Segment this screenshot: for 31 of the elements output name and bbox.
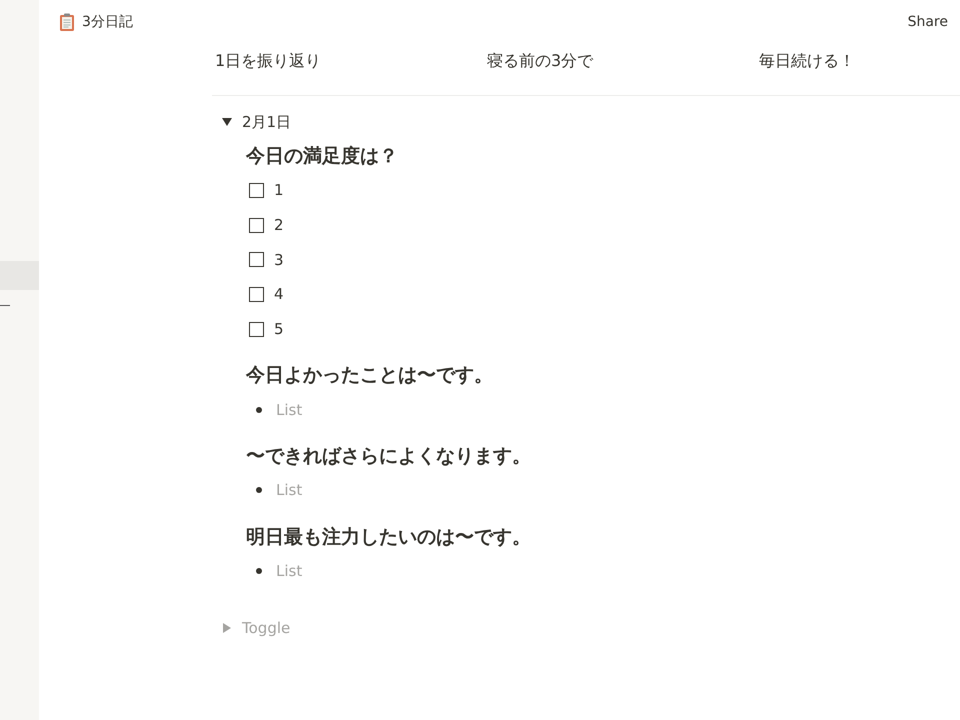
toggle-triangle-icon[interactable]	[222, 622, 232, 632]
column-text: 毎日続ける！	[759, 51, 855, 72]
checkbox[interactable]	[249, 218, 264, 233]
section-heading: 今日よかったことは〜です。	[246, 363, 494, 388]
list-placeholder[interactable]: List	[276, 562, 302, 580]
column-text: 1日を振り返り	[215, 51, 322, 72]
checkbox[interactable]	[249, 286, 264, 302]
checkbox-label: 1	[274, 181, 284, 200]
checkbox[interactable]	[249, 322, 264, 337]
page-title[interactable]: 3分日記	[82, 13, 133, 31]
checkbox-label: 5	[274, 320, 284, 338]
checkbox[interactable]	[249, 252, 264, 268]
toggle-placeholder[interactable]: Toggle	[242, 618, 290, 636]
section-heading: 今日の満足度は？	[246, 144, 399, 169]
bullet-icon	[256, 406, 262, 413]
list-placeholder[interactable]: List	[276, 400, 302, 419]
bullet-icon	[256, 487, 262, 494]
sidebar-dash	[0, 305, 10, 306]
toggle-label[interactable]: 2月1日	[242, 112, 292, 132]
clipboard-icon	[59, 13, 75, 31]
column-text: 寝る前の3分で	[487, 51, 594, 72]
share-button[interactable]: Share	[908, 14, 948, 30]
toggle-triangle-icon[interactable]	[222, 117, 232, 127]
checkbox-label: 3	[274, 250, 284, 269]
bullet-icon	[256, 568, 262, 574]
checkbox[interactable]	[249, 182, 264, 198]
section-heading: 〜できればさらによくなります。	[246, 444, 532, 470]
checkbox-label: 2	[274, 216, 284, 234]
section-heading: 明日最も注力したいのは〜です。	[246, 524, 532, 550]
list-placeholder[interactable]: List	[276, 481, 302, 500]
checkbox-label: 4	[274, 285, 284, 304]
